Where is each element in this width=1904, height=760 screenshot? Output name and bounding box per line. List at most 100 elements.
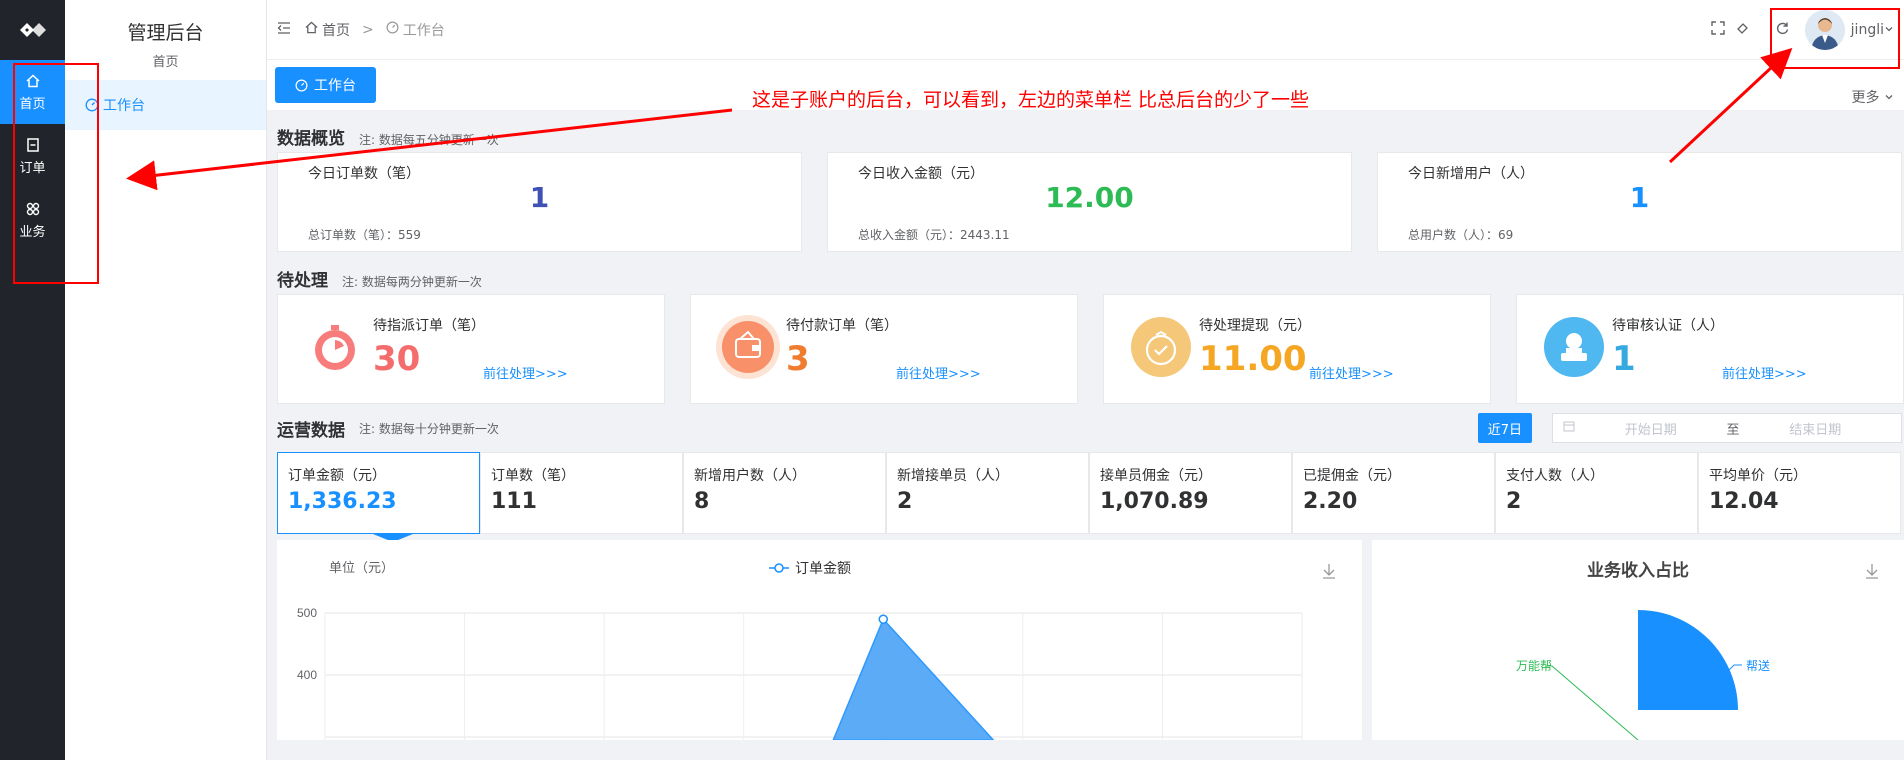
app-root: 首页 订单 业务 管理后台 首页 工作台 首页 > 工作台 jingli 工作台… <box>0 0 1904 760</box>
metric-order-amount[interactable]: 订单金额（元） 1,336.23 <box>277 452 480 542</box>
card-label: 今日收入金额（元） <box>858 166 984 182</box>
section-title: 待处理 <box>277 271 328 291</box>
overview-cards: 今日订单数（笔） 1 总订单数（笔）：559 今日收入金额（元） 12.00 总… <box>267 152 1904 252</box>
metric-label: 支付人数（人） <box>1506 468 1604 484</box>
order-amount-area <box>832 617 995 740</box>
go-process-link[interactable]: 前往处理>>> <box>483 363 568 382</box>
menu-item-label: 工作台 <box>103 98 145 114</box>
annotation-text: 这是子账户的后台，可以看到，左边的菜单栏 比总后台的少了一些 <box>752 89 1310 111</box>
pending-card-payment: 待付款订单（笔） 3 前往处理>>> <box>690 294 1078 404</box>
overview-card-users: 今日新增用户（人） 1 总用户数（人）：69 <box>1377 152 1902 252</box>
metric-label: 新增接单员（人） <box>897 468 1009 484</box>
top-header: 首页 > 工作台 jingli <box>267 0 1904 60</box>
card-label: 待审核认证（人） <box>1612 318 1724 334</box>
withdraw-icon <box>1129 315 1193 379</box>
metric-new-users[interactable]: 新增用户数（人） 8 <box>683 452 886 534</box>
range-separator: 至 <box>1726 422 1740 438</box>
section-note: 注: 数据每十分钟更新一次 <box>359 421 499 436</box>
metric-label: 接单员佣金（元） <box>1100 468 1212 484</box>
legend-order-amount[interactable]: 订单金额 <box>769 560 851 576</box>
metric-courier-commission[interactable]: 接单员佣金（元） 1,070.89 <box>1089 452 1292 534</box>
card-label: 今日订单数（笔） <box>308 166 420 182</box>
pie-label: 万能帮 <box>1516 659 1552 673</box>
metric-label: 平均单价（元） <box>1709 468 1807 484</box>
breadcrumb-home[interactable]: 首页 <box>322 20 350 40</box>
y-tick-label: 400 <box>297 668 317 682</box>
calendar-icon <box>1563 420 1575 436</box>
card-value: 1 <box>1629 181 1650 214</box>
section-title: 数据概览 <box>277 129 345 149</box>
business-income-pie-chart: 业务收入占比 万能帮 帮送 <box>1372 540 1904 740</box>
download-icon[interactable] <box>1323 564 1335 579</box>
pending-card-assign: 待指派订单（笔） 30 前往处理>>> <box>277 294 665 404</box>
overview-card-revenue: 今日收入金额（元） 12.00 总收入金额（元）：2443.11 <box>827 152 1352 252</box>
annotation-box-sidebar <box>13 63 99 284</box>
chart-grid <box>324 612 1303 740</box>
section-title: 运营数据 <box>277 420 345 441</box>
go-process-link[interactable]: 前往处理>>> <box>1309 363 1394 382</box>
metric-label: 订单金额（元） <box>288 468 386 484</box>
card-value: 12.00 <box>1045 181 1134 214</box>
operations-header: 运营数据 注: 数据每十分钟更新一次 近7日 开始日期 至 结束日期 <box>267 404 1904 452</box>
more-label: 更多 <box>1851 90 1880 106</box>
metric-label: 已提佣金（元） <box>1303 468 1401 484</box>
tab-label: 工作台 <box>314 78 356 94</box>
metric-withdrawn-commission[interactable]: 已提佣金（元） 2.20 <box>1292 452 1495 534</box>
card-total: 总用户数（人）：69 <box>1408 228 1514 242</box>
download-icon[interactable] <box>1866 564 1878 579</box>
tab-dashboard[interactable]: 工作台 <box>275 67 376 103</box>
pie-slice-bangsong[interactable] <box>1638 610 1738 710</box>
home-icon <box>305 21 318 38</box>
breadcrumb-separator: > <box>362 21 374 38</box>
card-label: 今日新增用户（人） <box>1408 166 1534 182</box>
wallet-icon <box>716 315 780 379</box>
card-label: 待处理提现（元） <box>1199 318 1311 334</box>
fullscreen-icon[interactable] <box>1710 20 1725 39</box>
pending-header: 待处理 注: 数据每两分钟更新一次 <box>267 252 1904 294</box>
go-process-link[interactable]: 前往处理>>> <box>896 363 981 382</box>
card-value: 30 <box>373 339 421 379</box>
metric-average-price[interactable]: 平均单价（元） 12.04 <box>1698 452 1901 534</box>
main-content: 数据概览 注: 数据每五分钟更新一次 今日订单数（笔） 1 总订单数（笔）：55… <box>267 110 1904 740</box>
clear-cache-icon[interactable] <box>1735 21 1749 39</box>
overview-header: 数据概览 注: 数据每五分钟更新一次 <box>267 110 1904 152</box>
section-note: 注: 数据每两分钟更新一次 <box>342 275 482 289</box>
pie-chart-svg: 业务收入占比 万能帮 帮送 <box>1516 560 1878 740</box>
charts-row: 单位（元） 订单金额 500 400 业务收入占比 万能帮 帮送 <box>267 540 1904 740</box>
card-value: 11.00 <box>1199 339 1307 379</box>
collapse-menu-icon[interactable] <box>277 21 291 38</box>
operations-tools: 近7日 开始日期 至 结束日期 <box>1477 413 1904 443</box>
metric-new-couriers[interactable]: 新增接单员（人） 2 <box>886 452 1089 534</box>
breadcrumb: 首页 > 工作台 <box>267 20 445 40</box>
section-note: 注: 数据每五分钟更新一次 <box>359 133 499 147</box>
end-date-input[interactable]: 结束日期 <box>1740 419 1892 438</box>
verify-user-icon <box>1542 315 1606 379</box>
start-date-input[interactable]: 开始日期 <box>1575 419 1727 438</box>
metric-value: 8 <box>694 489 710 514</box>
breadcrumb-current: 工作台 <box>402 22 445 39</box>
pending-card-withdraw: 待处理提现（元） 11.00 前往处理>>> <box>1103 294 1491 404</box>
y-axis-unit: 单位（元） <box>329 560 394 575</box>
app-logo <box>0 0 65 60</box>
card-value: 1 <box>529 181 550 214</box>
menu-title: 管理后台 <box>127 22 204 44</box>
overview-card-orders: 今日订单数（笔） 1 总订单数（笔）：559 <box>277 152 802 252</box>
card-value: 3 <box>786 339 810 379</box>
metric-value: 111 <box>491 489 537 514</box>
tabs-more-dropdown[interactable]: 更多 <box>1852 87 1904 107</box>
label-line <box>1545 665 1639 740</box>
data-point[interactable] <box>878 614 889 624</box>
metric-paying-users[interactable]: 支付人数（人） 2 <box>1495 452 1698 534</box>
metric-order-count[interactable]: 订单数（笔） 111 <box>480 452 683 534</box>
y-tick-label: 500 <box>297 606 317 620</box>
metric-value: 12.04 <box>1709 489 1779 514</box>
card-total: 总收入金额（元）：2443.11 <box>858 228 1010 242</box>
metric-value: 2.20 <box>1303 489 1358 514</box>
metric-value: 2 <box>1506 489 1522 514</box>
go-process-link[interactable]: 前往处理>>> <box>1722 363 1807 382</box>
metric-value: 1,070.89 <box>1100 489 1209 514</box>
date-range-picker[interactable]: 开始日期 至 结束日期 <box>1552 413 1902 443</box>
last-7-days-button[interactable]: 近7日 <box>1477 413 1532 443</box>
annotation-box-user <box>1770 8 1900 69</box>
pending-card-verify: 待审核认证（人） 1 前往处理>>> <box>1516 294 1904 404</box>
